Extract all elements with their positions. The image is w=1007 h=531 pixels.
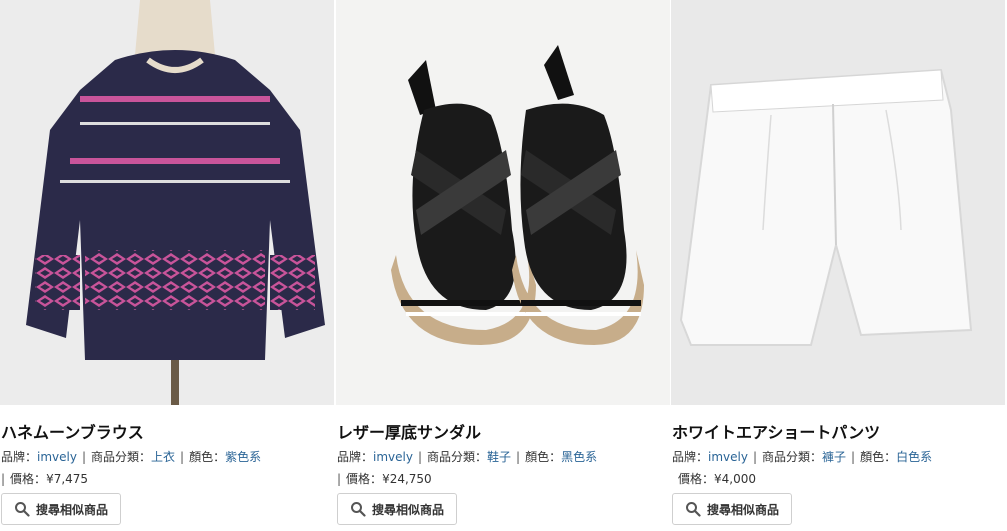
separator: | [417,450,423,464]
price-label: 價格： [10,472,47,486]
brand-link[interactable]: imvely [37,450,77,464]
separator: | [337,472,342,486]
brand-link[interactable]: imvely [373,450,413,464]
product-meta: 品牌：imvely | 商品分類：鞋子 | 顏色：黑色系 | 價格：¥24,750 [337,446,669,490]
price-value: ¥24,750 [382,472,432,486]
product-title[interactable]: ハネムーンブラウス [1,419,144,443]
category-label: 商品分類： [762,450,823,464]
product-title[interactable]: ホワイトエアショートパンツ [672,419,880,443]
search-icon [15,502,30,517]
product-meta: 品牌：imvely | 商品分類：上衣 | 顏色：紫色系 | 價格：¥7,475 [1,446,333,490]
search-similar-label: 搜尋相似商品 [36,502,109,517]
brand-label: 品牌： [672,450,709,464]
product-image-sandals[interactable] [336,0,670,405]
product-card: ハネムーンブラウス 品牌：imvely | 商品分類：上衣 | 顏色：紫色系 | 價格：¥… [0,0,334,531]
search-similar-label: 搜尋相似商品 [372,502,445,517]
category-link[interactable]: 鞋子 [487,450,511,464]
color-label: 顏色： [525,450,562,464]
brand-link[interactable]: imvely [708,450,748,464]
search-similar-button[interactable]: 搜尋相似商品 [1,493,122,525]
separator: | [851,450,856,464]
color-link[interactable]: 白色系 [896,450,932,464]
product-image-shorts[interactable] [671,0,1005,405]
search-similar-label: 搜尋相似商品 [707,502,780,517]
separator: | [752,450,758,464]
product-image-blouse[interactable] [0,0,334,405]
separator: | [81,450,87,464]
product-card: レザー厚底サンダル 品牌：imvely | 商品分類：鞋子 | 顏色：黑色系 | 價格：¥… [336,0,670,531]
brand-label: 品牌： [1,450,38,464]
color-link[interactable]: 黑色系 [561,450,597,464]
color-link[interactable]: 紫色系 [225,450,261,464]
product-card: ホワイトエアショートパンツ 品牌：imvely | 商品分類：褲子 | 顏色：白色系 價… [671,0,1005,531]
price-label: 價格： [678,472,715,486]
product-title[interactable]: レザー厚底サンダル [337,419,481,443]
price-value: ¥7,475 [46,472,89,486]
category-label: 商品分類： [427,450,488,464]
category-link[interactable]: 上衣 [151,450,175,464]
color-label: 顏色： [860,450,897,464]
separator: | [516,450,521,464]
search-icon [351,502,366,517]
brand-label: 品牌： [337,450,374,464]
category-label: 商品分類： [91,450,152,464]
product-meta: 品牌：imvely | 商品分類：褲子 | 顏色：白色系 價格：¥4,000 [672,446,1004,490]
search-icon [686,502,701,517]
search-similar-button[interactable]: 搜尋相似商品 [337,493,458,525]
category-link[interactable]: 褲子 [822,450,846,464]
price-value: ¥4,000 [714,472,757,486]
separator: | [180,450,185,464]
price-label: 價格： [346,472,383,486]
separator: | [1,472,6,486]
search-similar-button[interactable]: 搜尋相似商品 [672,493,793,525]
color-label: 顏色： [189,450,226,464]
